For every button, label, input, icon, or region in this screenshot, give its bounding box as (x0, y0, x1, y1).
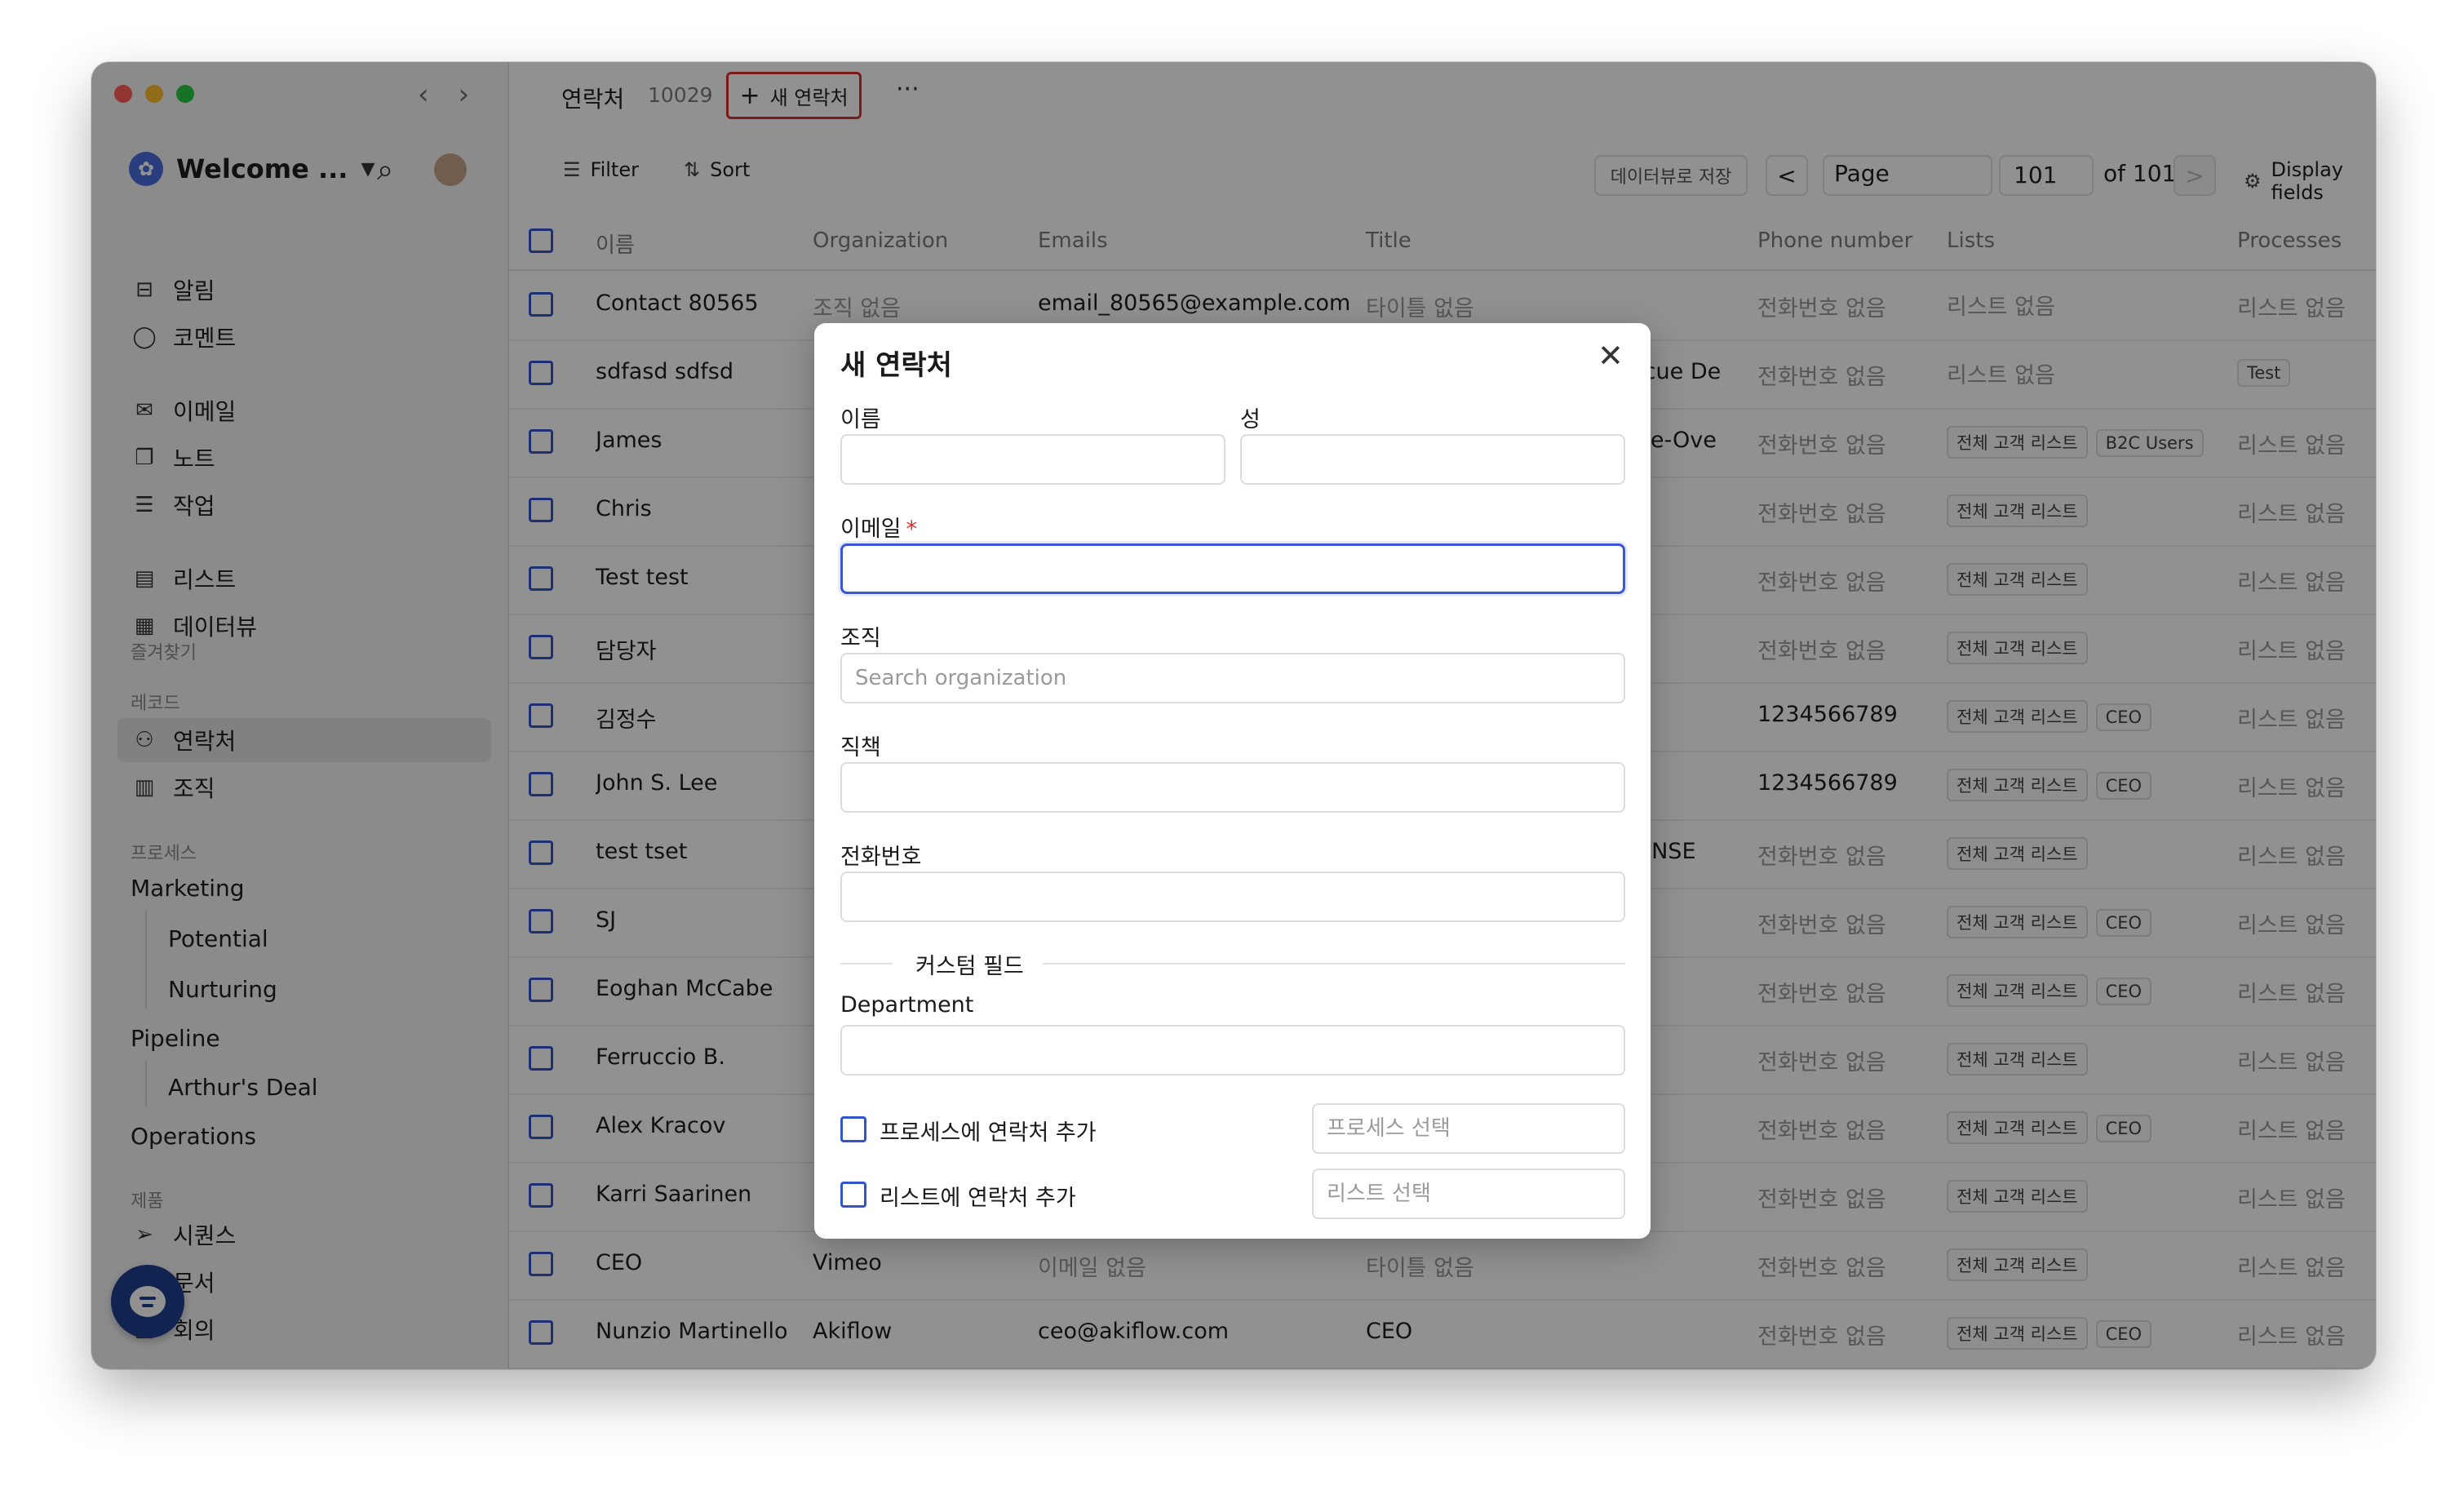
job-title-field[interactable] (840, 762, 1625, 813)
divider (840, 963, 893, 965)
add-to-list-label: 리스트에 연락처 추가 (880, 1186, 1076, 1211)
add-to-list-checkbox[interactable] (840, 1182, 866, 1208)
add-to-process-label: 프로세스에 연락처 추가 (880, 1120, 1097, 1146)
add-to-process-checkbox[interactable] (840, 1116, 866, 1142)
organization-search-input[interactable]: Search organization (840, 653, 1625, 703)
new-contact-modal: 새 연락처 ✕ 이름 성 이메일 * 조직 Search organization… (814, 323, 1651, 1239)
divider (1043, 963, 1625, 965)
phone-field[interactable] (840, 871, 1625, 922)
email-label: 이메일 * (840, 511, 917, 543)
list-select[interactable]: 리스트 선택 (1312, 1168, 1625, 1219)
email-label-text: 이메일 (840, 517, 902, 542)
last-name-label: 성 (1240, 407, 1261, 432)
department-label: Department (840, 992, 974, 1018)
required-marker: * (906, 517, 918, 542)
organization-label: 조직 (840, 626, 881, 651)
first-name-label: 이름 (840, 407, 881, 432)
close-icon[interactable]: ✕ (1598, 338, 1624, 374)
process-select[interactable]: 프로세스 선택 (1312, 1103, 1625, 1154)
job-title-label: 직책 (840, 735, 881, 761)
email-field[interactable] (840, 543, 1625, 594)
department-field[interactable] (840, 1025, 1625, 1075)
first-name-field[interactable] (840, 434, 1225, 485)
app-window: ‹ › ✿ Welcome ... ▼ ⌕ ⊟ 알림 ◯ 코멘트 ✉ 이메일 ❐… (91, 62, 2376, 1369)
modal-title: 새 연락처 (840, 349, 952, 382)
custom-fields-label: 커스텀 필드 (915, 954, 1024, 979)
last-name-field[interactable] (1240, 434, 1625, 485)
phone-label: 전화번호 (840, 845, 922, 870)
